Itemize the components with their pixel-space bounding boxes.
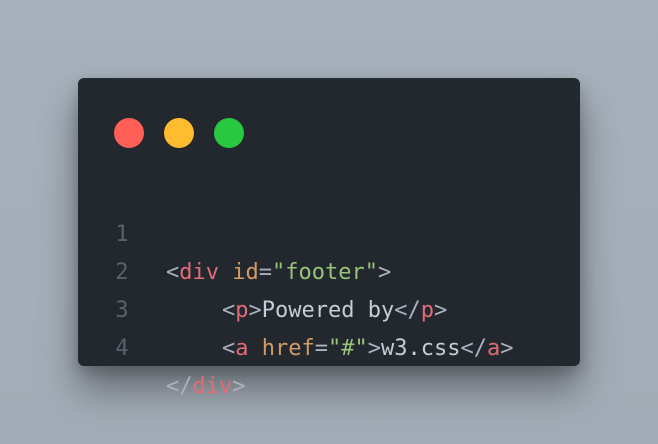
close-bracket: > [232, 374, 246, 399]
attribute-name: href [261, 336, 315, 361]
equals-sign: = [314, 336, 328, 361]
end-open-bracket: </ [460, 336, 487, 361]
code-window: 1 <div id="footer"> 2 <p>Powered by</p> … [78, 78, 580, 399]
line-number: 4 [115, 336, 129, 361]
close-bracket: > [367, 336, 381, 361]
zoom-dot-icon[interactable] [214, 118, 244, 148]
close-bracket: > [500, 336, 514, 361]
code-line: 4 </div> [112, 292, 560, 399]
text-content: w3.css [380, 336, 461, 361]
code-block: 1 <div id="footer"> 2 <p>Powered by</p> … [112, 178, 560, 399]
attribute-value: "#" [327, 336, 368, 361]
end-open-bracket: </ [166, 374, 193, 399]
tag-name: a [235, 336, 249, 361]
code-line: 3 <a href="#">w3.css</a> [112, 254, 560, 361]
close-dot-icon[interactable] [114, 118, 144, 148]
end-tag-name: div [192, 374, 233, 399]
code-line: 2 <p>Powered by</p> [112, 216, 560, 323]
end-tag-name: a [486, 336, 501, 361]
open-bracket: < [222, 336, 236, 361]
line-content: </div> [166, 368, 246, 406]
line-content: <a href="#">w3.css</a> [166, 330, 513, 368]
minimize-dot-icon[interactable] [164, 118, 194, 148]
code-line: 1 <div id="footer"> [112, 178, 560, 285]
